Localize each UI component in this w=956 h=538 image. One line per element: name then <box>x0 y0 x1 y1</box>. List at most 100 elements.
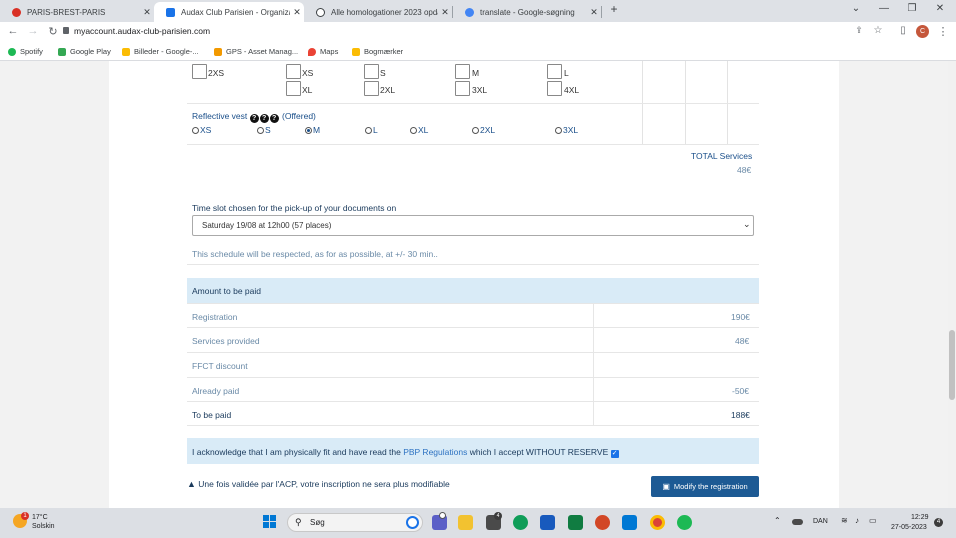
window-close-icon[interactable]: ✕ <box>932 3 948 14</box>
vest-radio-xl[interactable]: XL <box>410 125 428 135</box>
forward-icon[interactable]: → <box>26 25 40 37</box>
folder-icon <box>352 47 360 56</box>
bookmark-gps[interactable]: GPS - Asset Manag... <box>214 47 298 56</box>
bookmark-star-icon[interactable]: ☆ <box>871 25 885 36</box>
tab-label: PARIS-BREST-PARIS <box>27 7 106 17</box>
taskbar-search[interactable]: ⚲ Søg <box>287 513 423 532</box>
amount-header: Amount to be paid <box>187 278 759 303</box>
help-icon[interactable]: ? <box>269 114 279 123</box>
ack-text-after: which I accept WITHOUT RESERVE <box>469 447 609 457</box>
favicon-icon <box>316 7 325 17</box>
tab-translate[interactable]: translate - Google-søgning ✕ <box>453 2 601 22</box>
search-icon: ⚲ <box>295 517 302 527</box>
size-checkbox-xs[interactable] <box>286 64 301 79</box>
radio-icon <box>555 127 562 134</box>
table-row: Services provided 48€ <box>187 327 759 352</box>
timeslot-value: Saturday 19/08 at 12h00 (57 places) <box>202 221 332 230</box>
total-services-value: 48€ <box>737 165 752 175</box>
lock-icon <box>63 27 69 34</box>
search-placeholder: Søg <box>310 518 325 527</box>
radio-selected-icon <box>305 127 312 134</box>
size-checkbox-l[interactable] <box>547 64 562 79</box>
scrollbar[interactable] <box>948 61 956 508</box>
bookmark-googleplay[interactable]: Google Play <box>58 47 111 56</box>
spotify-taskbar-icon[interactable] <box>677 515 692 530</box>
help-icon[interactable]: ? <box>259 114 269 123</box>
address-bar[interactable]: myaccount.audax-club-parisien.com <box>74 26 210 36</box>
share-icon[interactable]: ⇪ <box>852 25 866 36</box>
size-checkbox-2xs[interactable] <box>192 64 207 79</box>
excel-icon[interactable] <box>568 515 583 530</box>
notification-badge[interactable]: 4 <box>934 518 943 527</box>
bookmark-billeder[interactable]: Billeder - Google-... <box>122 47 199 56</box>
minimize-icon[interactable]: — <box>876 3 892 14</box>
bookmark-maps[interactable]: Maps <box>308 47 338 56</box>
volume-icon[interactable]: ♪ <box>855 516 859 525</box>
vest-radio-s[interactable]: S <box>257 125 271 135</box>
cell-divider <box>593 304 594 328</box>
modify-registration-button[interactable]: ▣ Modify the registration <box>651 476 759 497</box>
store-badge: 4 <box>494 512 502 520</box>
size-checkbox-3xl[interactable] <box>455 81 470 96</box>
timeslot-select[interactable]: Saturday 19/08 at 12h00 (57 places) ⌄ <box>192 215 754 236</box>
bookmark-spotify[interactable]: Spotify <box>8 47 43 56</box>
size-checkbox-xl[interactable] <box>286 81 301 96</box>
back-icon[interactable]: ← <box>6 25 20 37</box>
edge-icon[interactable] <box>513 515 528 530</box>
vest-radio-l[interactable]: L <box>365 125 378 135</box>
restore-icon[interactable]: ❐ <box>904 3 920 14</box>
close-tab-icon[interactable]: ✕ <box>438 7 452 18</box>
close-tab-icon[interactable]: ✕ <box>290 7 304 18</box>
vest-radio-2xl[interactable]: 2XL <box>472 125 495 135</box>
row-value: 48€ <box>735 336 750 346</box>
radio-icon <box>192 127 199 134</box>
scrollbar-thumb[interactable] <box>949 330 955 400</box>
warning-row: ▲ Une fois validée par l'ACP, votre insc… <box>187 479 450 489</box>
size-checkbox-2xl[interactable] <box>364 81 379 96</box>
close-tab-icon[interactable]: ✕ <box>587 7 601 18</box>
clock-date[interactable]: 27-05-2023 <box>891 524 927 531</box>
windows-start-icon[interactable] <box>263 515 277 529</box>
language-indicator[interactable]: DAN <box>813 518 828 525</box>
tray-chevron-up-icon[interactable]: ⌃ <box>774 516 781 525</box>
weather-alert-badge: 1 <box>21 512 29 520</box>
battery-icon[interactable]: ▭ <box>869 516 877 525</box>
vest-radio-m[interactable]: M <box>305 125 320 135</box>
row-value: 188€ <box>731 410 750 420</box>
help-icon[interactable]: ? <box>249 114 259 123</box>
size-checkbox-4xl[interactable] <box>547 81 562 96</box>
sidepanel-icon[interactable]: ▯ <box>896 25 910 36</box>
onedrive-cloud-icon[interactable] <box>792 519 803 525</box>
tab-bar: PARIS-BREST-PARIS ✕ Audax Club Parisien … <box>0 0 956 22</box>
tab-search-icon[interactable]: ⌄ <box>848 3 864 14</box>
tab-label: translate - Google-søgning <box>480 7 575 17</box>
regulations-link[interactable]: PBP Regulations <box>403 447 467 457</box>
wifi-icon[interactable]: ≋ <box>841 516 848 525</box>
weather-temp[interactable]: 17°C <box>32 514 48 521</box>
chrome-icon[interactable] <box>650 515 665 530</box>
tab-parisbrest[interactable]: PARIS-BREST-PARIS ✕ <box>0 2 154 22</box>
powerpoint-icon[interactable] <box>595 515 610 530</box>
bookmark-folder[interactable]: Bogmærker <box>352 47 403 56</box>
ack-checkbox[interactable]: ✓ <box>610 450 619 458</box>
new-tab-button[interactable]: + <box>606 2 622 16</box>
vest-radio-xs[interactable]: XS <box>192 125 211 135</box>
vest-radio-3xl[interactable]: 3XL <box>555 125 578 135</box>
row-label: FFCT discount <box>192 361 248 371</box>
close-tab-icon[interactable]: ✕ <box>140 7 154 18</box>
radio-label: XL <box>418 125 429 135</box>
menu-icon[interactable]: ⋮ <box>936 25 950 38</box>
clock-time[interactable]: 12:29 <box>911 514 929 521</box>
size-checkbox-m[interactable] <box>455 64 470 79</box>
tab-homologationer[interactable]: Alle homologationer 2023 opdat ✕ <box>304 2 452 22</box>
reload-icon[interactable]: ↻ <box>46 25 60 38</box>
outlook-icon[interactable] <box>622 515 637 530</box>
word-icon[interactable] <box>540 515 555 530</box>
tab-audax[interactable]: Audax Club Parisien - Organizati ✕ <box>154 2 304 22</box>
size-label: S <box>380 68 386 78</box>
size-checkbox-s[interactable] <box>364 64 379 79</box>
table-row: Registration 190€ <box>187 303 759 328</box>
profile-avatar[interactable]: C <box>916 25 929 38</box>
file-explorer-icon[interactable] <box>458 515 473 530</box>
weather-place[interactable]: Solskin <box>32 523 55 530</box>
